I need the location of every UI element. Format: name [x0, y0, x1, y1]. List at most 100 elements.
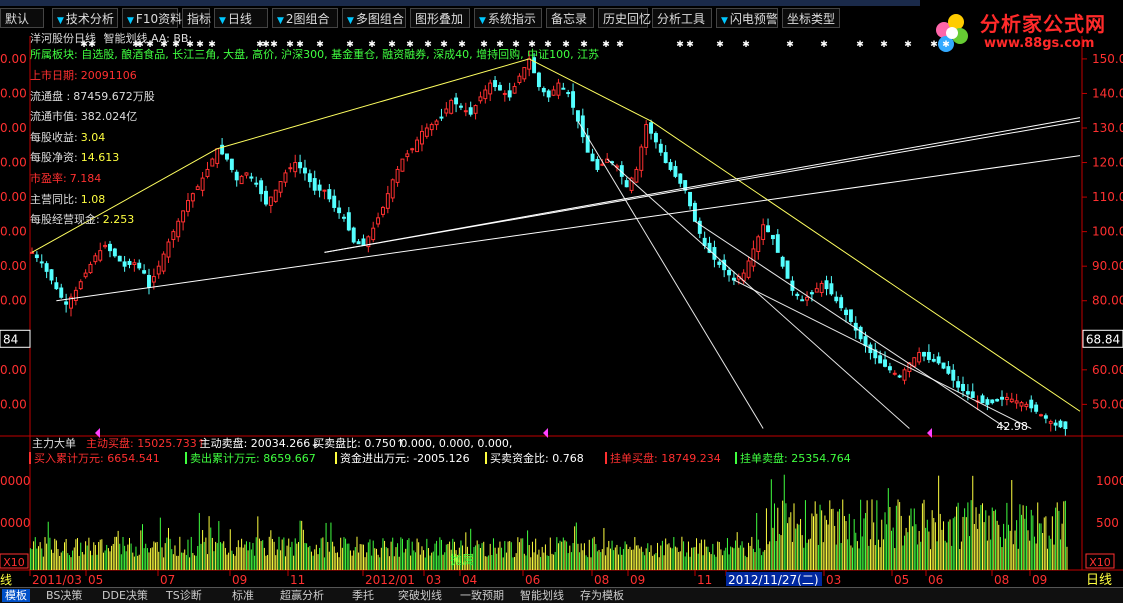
- candle-body: [1019, 402, 1024, 407]
- candle-body: [678, 173, 683, 184]
- candle-body: [317, 184, 322, 191]
- candle-body: [142, 270, 147, 274]
- candle-body: [127, 260, 132, 265]
- candle-body: [795, 293, 800, 297]
- candle-body: [980, 395, 985, 404]
- lower-panel-value: 资金进出万元: -2005.126: [340, 451, 470, 465]
- candle-body: [112, 248, 117, 257]
- volume-watermark: 抛属: [450, 552, 474, 567]
- bottom-tab[interactable]: 存为模板: [580, 589, 624, 602]
- signal-star: ✱: [686, 40, 694, 50]
- bottom-tab[interactable]: TS诊断: [166, 589, 202, 602]
- bottom-tab[interactable]: 一致预期: [460, 589, 504, 602]
- candle-body: [205, 168, 210, 177]
- candle-body: [995, 399, 1000, 402]
- candle-body: [137, 262, 142, 269]
- lower-panel-title: 主力大单: [32, 436, 76, 450]
- bottom-tab[interactable]: 模板: [2, 589, 30, 602]
- candle-body: [210, 158, 215, 167]
- bottom-tab[interactable]: DDE决策: [102, 589, 148, 602]
- signal-star: ✱: [930, 40, 938, 50]
- time-tick-label: 2011/03: [32, 573, 82, 587]
- bottom-tab[interactable]: 智能划线: [520, 589, 564, 602]
- candle-body: [254, 182, 259, 185]
- candle-body: [590, 153, 595, 162]
- candle-body: [575, 110, 580, 122]
- time-tick-label: 05: [88, 573, 103, 587]
- price-tick-label: 60.00: [1092, 363, 1123, 377]
- candle-body: [517, 75, 522, 84]
- left-price-tick-label: 0.00: [0, 259, 27, 273]
- candle-body: [473, 105, 478, 114]
- stock-field-value: 87459.672万股: [73, 89, 155, 103]
- candles: [30, 50, 1068, 436]
- price-tick-label: 130.00: [1092, 121, 1123, 135]
- candle-body: [556, 82, 561, 96]
- channel-line: [694, 220, 1008, 429]
- indicator-name: 智能划线 AA: BB:: [103, 32, 193, 45]
- low-price-label: 42.98: [996, 420, 1027, 433]
- bottom-tab[interactable]: 突破划线: [398, 589, 442, 602]
- candle-body: [346, 212, 351, 231]
- stock-field-value: 1.08: [80, 192, 106, 206]
- volume-axis-label-left: 0000: [0, 516, 31, 530]
- price-tick-label: 140.00: [1092, 86, 1123, 100]
- candle-body: [380, 206, 385, 215]
- candle-body: [293, 162, 298, 173]
- trend-line: [528, 58, 652, 122]
- time-tick-label: 09: [1032, 573, 1047, 587]
- candle-body: [405, 153, 410, 158]
- stock-field: 主营同比: 1.08: [30, 191, 105, 207]
- candle-body: [463, 110, 468, 113]
- candle-body: [756, 236, 761, 253]
- candle-body: [600, 163, 605, 166]
- lower-panel-value: 0.000, 0.000, 0.000,: [400, 437, 512, 450]
- lower-panel-value: 买卖盘比: 0.750↑: [313, 436, 405, 450]
- candle-body: [73, 289, 78, 301]
- candle-body: [1053, 422, 1058, 426]
- candle-body: [98, 250, 103, 261]
- left-price-tick-label: 0.00: [0, 397, 27, 411]
- candle-body: [361, 238, 366, 246]
- period-label-left: 线: [0, 573, 12, 587]
- candle-body: [259, 180, 264, 195]
- candle-body: [551, 89, 556, 96]
- candle-body: [644, 124, 649, 148]
- left-price-tick-label: 0.00: [0, 121, 27, 135]
- candle-body: [151, 276, 156, 283]
- stock-name: 洋河股份日线: [30, 32, 96, 45]
- stock-field-value: 382.024亿: [80, 110, 138, 124]
- candle-body: [176, 220, 181, 238]
- candlestick-chart[interactable]: 150.00 0.00 140.00 0.00 130.00 0.00 120.00 0.00…: [0, 0, 1123, 587]
- candle-body: [917, 352, 922, 363]
- candle-body: [785, 260, 790, 279]
- candle-body: [746, 260, 751, 278]
- lower-panel-value: 挂单卖盘: 25354.764: [740, 451, 851, 465]
- time-tick-label: 03: [826, 573, 841, 587]
- bottom-tab[interactable]: 季托: [352, 589, 374, 602]
- price-tick-label: 50.00: [1092, 397, 1123, 411]
- time-tick-label: 07: [160, 573, 175, 587]
- candle-body: [312, 178, 317, 191]
- candle-body: [30, 251, 34, 254]
- candle-body: [663, 152, 668, 164]
- candle-body: [454, 97, 459, 105]
- candle-body: [59, 287, 64, 298]
- bottom-tab[interactable]: BS决策: [46, 589, 82, 602]
- candle-body: [805, 296, 810, 301]
- candle-body: [770, 234, 775, 240]
- time-tick-label: 08: [594, 573, 609, 587]
- stock-field-value: 3.04: [80, 130, 106, 144]
- candle-body: [156, 265, 161, 275]
- bottom-tab[interactable]: 超赢分析: [280, 589, 324, 602]
- time-tick-label: 08: [994, 573, 1009, 587]
- candle-body: [424, 127, 429, 137]
- trend-line: [217, 58, 530, 150]
- bottom-tab[interactable]: 标准: [232, 589, 254, 602]
- candle-body: [717, 261, 722, 265]
- stock-field-label: 每股收益:: [30, 130, 78, 144]
- left-price-tick-label: 0.00: [0, 52, 27, 66]
- candle-body: [1034, 404, 1039, 412]
- candle-body: [449, 99, 454, 114]
- lower-panel-value: 买卖资金比: 0.768: [490, 451, 584, 465]
